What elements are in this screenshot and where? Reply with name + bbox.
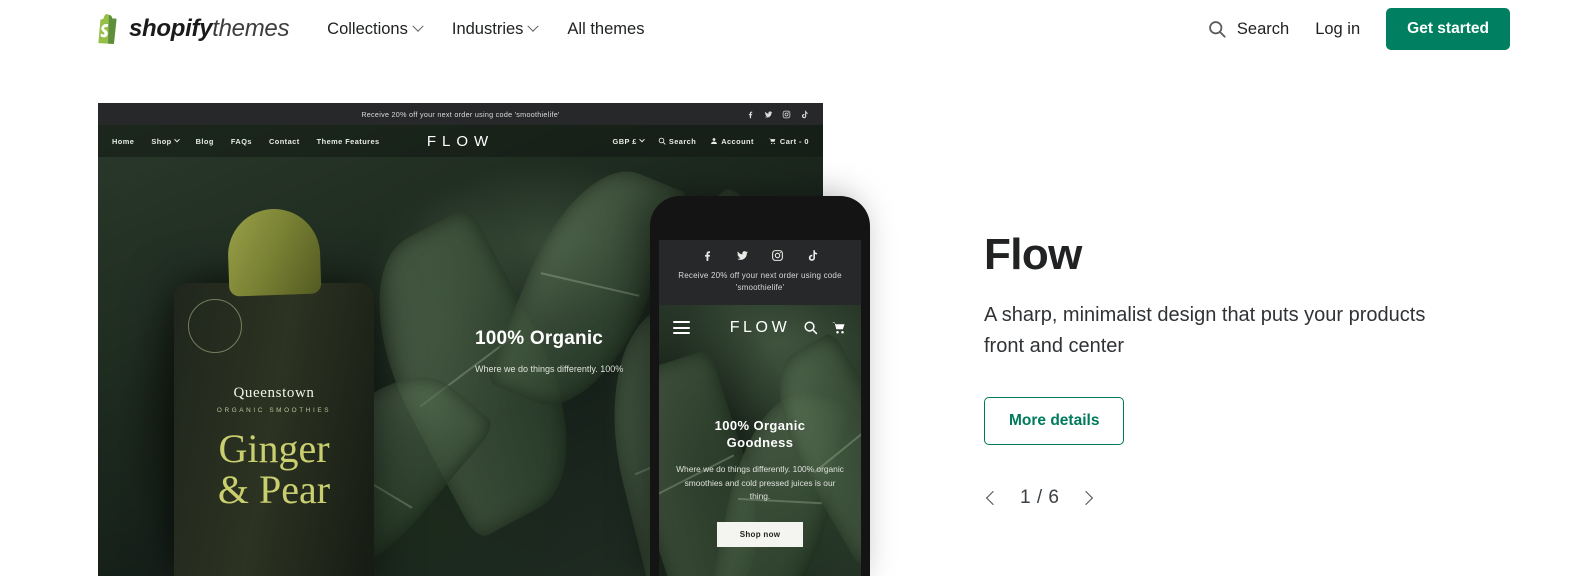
desktop-social-links[interactable]: [746, 110, 809, 119]
bottle-brand: Queenstown: [233, 385, 315, 401]
bottle-flavor: Ginger & Pear: [174, 426, 374, 512]
get-started-button[interactable]: Get started: [1386, 8, 1510, 50]
shop-cart-link[interactable]: Cart - 0: [768, 137, 809, 146]
mobile-screen: Receive 20% off your next order using co…: [659, 240, 861, 576]
site-header: shopifythemes Collections Industries All…: [0, 0, 1580, 58]
facebook-icon[interactable]: [701, 249, 714, 262]
mobile-hero-heading-line2: Goodness: [726, 434, 794, 450]
login-link[interactable]: Log in: [1315, 20, 1360, 39]
mobile-hero-text: Where we do things differently. 100% org…: [676, 464, 844, 502]
chevron-left-icon: [985, 490, 1001, 506]
search-icon[interactable]: [803, 320, 818, 335]
shopify-themes-logo[interactable]: shopifythemes: [95, 14, 289, 44]
brand-wordmark: shopifythemes: [129, 15, 289, 43]
shop-nav-faqs[interactable]: FAQs: [231, 137, 252, 146]
shop-logo[interactable]: FLOW: [427, 133, 494, 150]
mobile-preview[interactable]: Receive 20% off your next order using co…: [650, 196, 870, 576]
bottle-subtitle: ORGANIC SMOOTHIES: [216, 407, 332, 414]
brand-themes: themes: [212, 15, 290, 42]
shop-nav-theme-features[interactable]: Theme Features: [317, 137, 380, 146]
desktop-nav-links: Home Shop Blog FAQs Contact Theme Featur…: [112, 137, 380, 146]
bottle-seal: [188, 299, 242, 353]
desktop-nav-utilities: GBP £ Search Account Cart - 0: [613, 137, 809, 146]
nav-item-collections-label: Collections: [327, 19, 408, 38]
nav-item-all-themes-label: All themes: [567, 19, 645, 38]
carousel-prev-button[interactable]: [984, 489, 1002, 507]
carousel-pagination: 1 / 6: [984, 487, 1484, 509]
chevron-down-icon: [527, 20, 540, 32]
theme-detail-panel: Flow A sharp, minimalist design that put…: [984, 230, 1484, 509]
search-icon: [658, 137, 666, 145]
mobile-shop-now-button[interactable]: Shop now: [717, 521, 803, 547]
hamburger-icon[interactable]: [673, 321, 690, 335]
currency-selector[interactable]: GBP £: [613, 136, 645, 146]
facebook-icon[interactable]: [746, 110, 755, 119]
chevron-down-icon: [412, 20, 424, 32]
search-icon: [1209, 21, 1226, 38]
twitter-icon[interactable]: [764, 110, 773, 119]
mobile-announcement-bar: Receive 20% off your next order using co…: [659, 240, 861, 305]
more-details-button[interactable]: More details: [984, 396, 1125, 445]
bottle-flavor-line1: Ginger: [218, 426, 330, 471]
shop-nav-contact[interactable]: Contact: [269, 137, 300, 146]
page-title: Flow: [984, 230, 1082, 279]
tiktok-icon[interactable]: [800, 110, 809, 119]
shop-nav-shop[interactable]: Shop: [151, 136, 180, 146]
carousel-counter: 1 / 6: [1020, 486, 1060, 508]
desktop-announcement-bar: Receive 20% off your next order using co…: [98, 103, 823, 125]
mobile-nav: FLOW: [659, 305, 861, 351]
mobile-hero: 100% Organic Goodness Where we do things…: [659, 418, 861, 547]
mobile-hero-heading-line1: 100% Organic: [714, 418, 806, 433]
mobile-logo[interactable]: FLOW: [730, 319, 791, 337]
desktop-promo-text: Receive 20% off your next order using co…: [361, 109, 560, 119]
instagram-icon[interactable]: [771, 249, 784, 262]
nav-item-industries[interactable]: Industries: [451, 19, 540, 39]
theme-description: A sharp, minimalist design that puts you…: [984, 304, 1426, 357]
mobile-hero-heading: 100% Organic Goodness: [675, 418, 845, 451]
instagram-icon[interactable]: [782, 110, 791, 119]
shop-nav-blog[interactable]: Blog: [196, 137, 214, 146]
shop-account-link[interactable]: Account: [710, 137, 754, 146]
chevron-right-icon: [1079, 490, 1094, 506]
nav-item-all-themes[interactable]: All themes: [567, 20, 644, 39]
mobile-nav-utilities: [803, 320, 847, 335]
tiktok-icon[interactable]: [806, 249, 819, 262]
nav-item-industries-label: Industries: [451, 19, 524, 38]
cart-icon[interactable]: [831, 320, 847, 335]
twitter-icon[interactable]: [736, 249, 749, 262]
search-link[interactable]: Search: [1207, 19, 1289, 39]
desktop-shop-nav[interactable]: Home Shop Blog FAQs Contact Theme Featur…: [98, 125, 823, 157]
mobile-promo-line2: 'smoothielife': [735, 283, 785, 293]
bottle-flavor-line2: & Pear: [217, 466, 331, 512]
shopify-bag-icon: [98, 14, 117, 44]
brand-shopify: shopify: [129, 15, 213, 42]
account-icon: [711, 138, 718, 144]
nav-item-collections[interactable]: Collections: [327, 19, 424, 39]
primary-navigation: Collections Industries All themes: [327, 20, 644, 39]
mobile-promo-line1: Receive 20% off your next order using co…: [678, 271, 842, 280]
cart-icon: [768, 138, 776, 145]
shop-nav-home[interactable]: Home: [112, 137, 134, 146]
carousel-next-button[interactable]: [1077, 489, 1095, 507]
product-bottle: Queenstown ORGANIC SMOOTHIES Ginger & Pe…: [174, 207, 374, 576]
header-actions: Search Log in Get started: [1207, 8, 1510, 50]
search-label: Search: [1236, 19, 1290, 38]
shop-search-link[interactable]: Search: [658, 137, 696, 146]
mobile-social-links[interactable]: [669, 249, 851, 262]
chevron-down-icon: [173, 136, 180, 143]
chevron-down-icon: [639, 136, 645, 143]
